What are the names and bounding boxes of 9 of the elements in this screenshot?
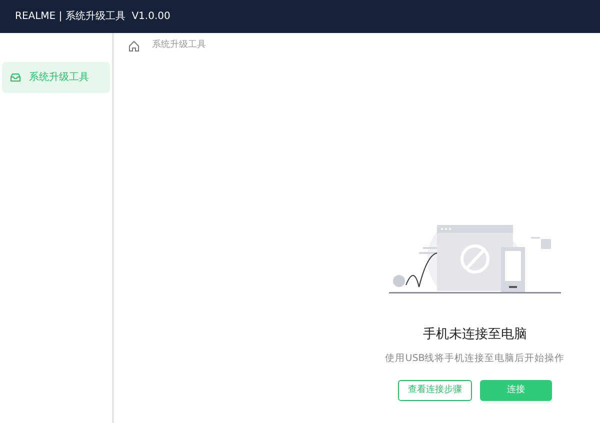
home-icon[interactable]: [128, 40, 140, 52]
connect-button[interactable]: 连接: [480, 380, 552, 402]
empty-state-title: 手机未连接至电脑: [423, 326, 527, 344]
breadcrumb-item: 系统升级工具: [152, 39, 206, 52]
sidebar-item[interactable]: 系统升级工具: [2, 62, 110, 93]
empty-state-message: 使用USB线将手机连接至电脑后开始操作: [385, 352, 565, 366]
window-title: REALME | 系统升级工具 V1.0.00: [15, 10, 170, 24]
inbox-icon: [10, 73, 21, 82]
view-steps-button[interactable]: 查看连接步骤: [398, 380, 472, 402]
